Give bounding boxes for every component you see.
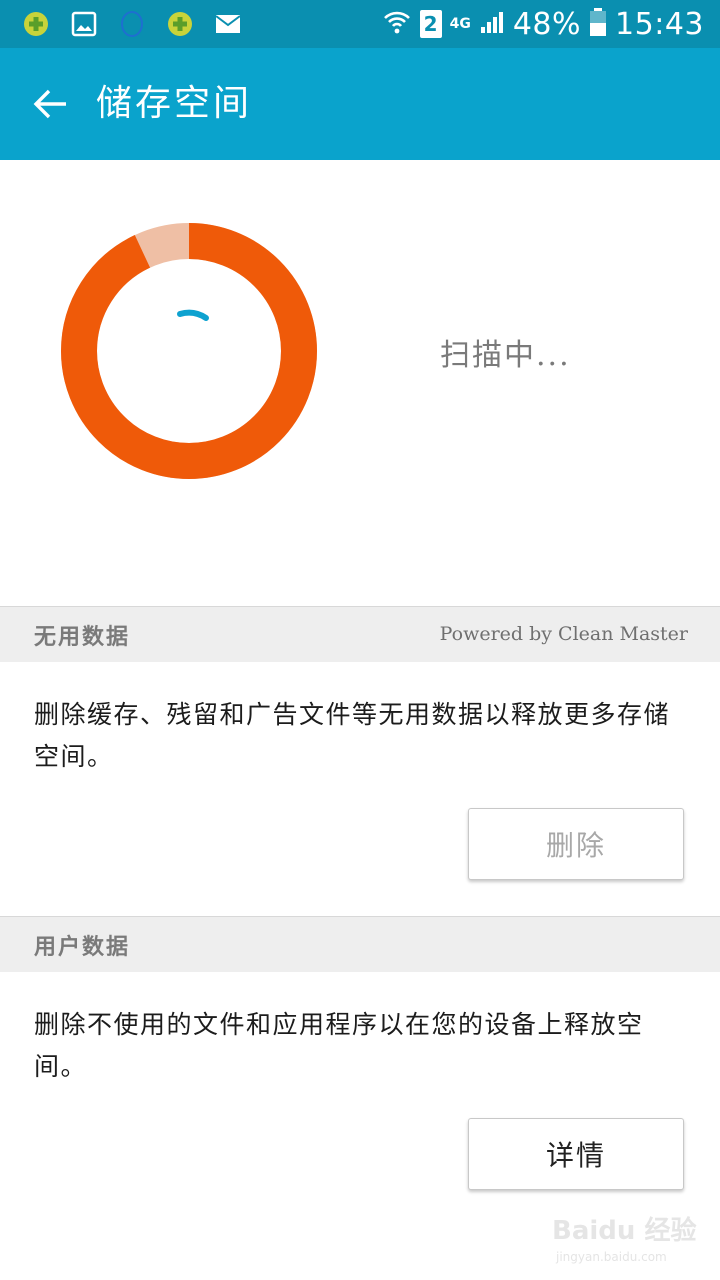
baidu-watermark: Baidu 经验 jingyan.baidu.com xyxy=(552,1210,702,1272)
storage-donut-chart xyxy=(61,223,317,479)
arrow-left-icon xyxy=(33,89,66,119)
junk-section-header: 无用数据 Powered by Clean Master xyxy=(0,606,720,662)
gallery-icon xyxy=(68,8,100,40)
battery-icon xyxy=(589,7,607,41)
app-bar: 储存空间 xyxy=(0,48,720,160)
watermark-logo: Baidu 经验 xyxy=(552,1216,697,1246)
signal-icon xyxy=(479,9,505,39)
user-section-header: 用户数据 xyxy=(0,916,720,972)
junk-description: 删除缓存、残留和广告文件等无用数据以释放更多存储空间。 xyxy=(34,700,671,771)
360-security-icon xyxy=(164,8,196,40)
sim-icon: 2 xyxy=(419,10,442,38)
notification-icons xyxy=(20,8,244,40)
circle-icon xyxy=(116,8,148,40)
network-type: 4G xyxy=(449,16,471,32)
system-indicators: 2 4G 48% 15:43 xyxy=(382,4,704,44)
status-bar: 2 4G 48% 15:43 xyxy=(0,0,720,48)
delete-junk-button[interactable]: 删除 xyxy=(468,808,684,880)
battery-percent: 48% xyxy=(512,6,582,42)
mail-icon xyxy=(212,8,244,40)
user-description: 删除不使用的文件和应用程序以在您的设备上释放空间。 xyxy=(34,1010,644,1081)
clock: 15:43 xyxy=(615,6,704,42)
powered-by-label: Powered by Clean Master xyxy=(439,623,688,645)
donut-used-segment xyxy=(61,223,317,479)
user-section-title: 用户数据 xyxy=(34,934,131,960)
page-title: 储存空间 xyxy=(96,83,253,124)
wifi-icon xyxy=(382,7,412,41)
details-button[interactable]: 详情 xyxy=(468,1118,684,1190)
back-button[interactable] xyxy=(22,76,78,132)
junk-section-title: 无用数据 xyxy=(34,624,131,650)
scan-status: 扫描中... xyxy=(440,338,571,373)
loading-spinner xyxy=(177,309,209,321)
360-security-icon xyxy=(20,8,52,40)
watermark-url: jingyan.baidu.com xyxy=(556,1250,667,1264)
